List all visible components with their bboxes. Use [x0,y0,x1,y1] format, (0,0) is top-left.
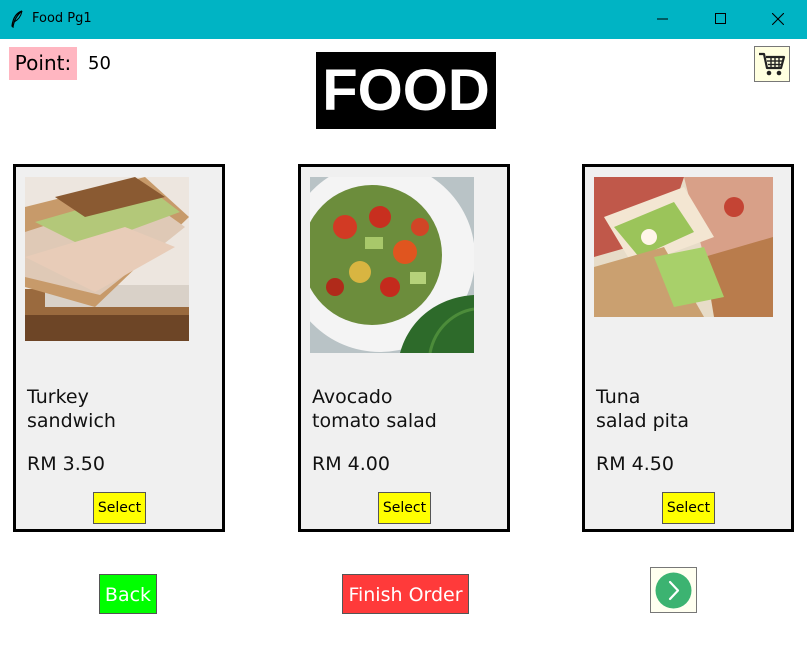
next-page-button[interactable] [650,567,697,613]
item-price: RM 4.00 [312,453,390,475]
avocado-tomato-salad-photo [310,177,474,353]
tuna-salad-pita-photo [594,177,773,317]
page-title: FOOD [316,52,496,129]
maximize-button[interactable] [692,0,750,39]
food-card-avocado-tomato-salad: Avocado tomato salad RM 4.00 Select [298,164,510,532]
item-price: RM 3.50 [27,453,105,475]
cart-button[interactable] [754,46,790,82]
maximize-icon [715,13,726,24]
chevron-right-circle-icon [655,572,692,609]
finish-order-button[interactable]: Finish Order [342,574,469,614]
turkey-sandwich-photo [25,177,189,341]
item-name: Tuna salad pita [596,386,689,432]
select-button[interactable]: Select [662,492,715,524]
food-card-tuna-salad-pita: Tuna salad pita RM 4.50 Select [582,164,794,532]
food-card-turkey-sandwich: Turkey sandwich RM 3.50 Select [13,164,225,532]
item-price: RM 4.50 [596,453,674,475]
close-icon [772,13,784,25]
minimize-button[interactable] [634,0,692,39]
minimize-icon [657,18,668,20]
item-name: Avocado tomato salad [312,386,437,432]
point-value: 50 [88,53,111,74]
feather-icon [11,10,23,28]
select-button[interactable]: Select [378,492,431,524]
back-button[interactable]: Back [99,574,157,614]
point-label: Point: [9,47,77,80]
shopping-cart-icon [759,52,786,76]
item-name: Turkey sandwich [27,386,116,432]
window-title: Food Pg1 [32,11,92,26]
title-bar: Food Pg1 [0,0,807,39]
close-button[interactable] [749,0,807,39]
select-button[interactable]: Select [93,492,146,524]
